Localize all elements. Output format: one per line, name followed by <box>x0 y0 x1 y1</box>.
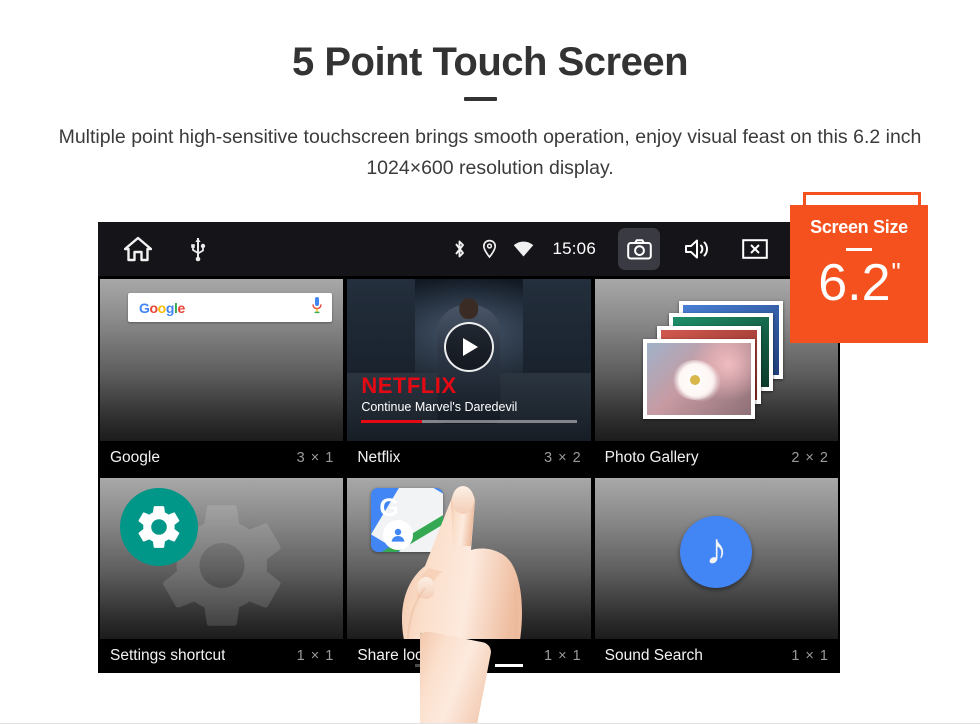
google-logo: Google <box>139 299 185 316</box>
status-bar: 15:06 <box>98 222 840 276</box>
badge-value: 6.2" <box>790 257 928 309</box>
music-note-icon[interactable]: ♪ <box>680 515 753 588</box>
screen-size-badge: Screen Size 6.2" <box>790 205 928 343</box>
status-bar-left <box>124 222 206 276</box>
bluetooth-icon <box>453 239 466 259</box>
widget-preview-sound-search: ♪ <box>594 477 838 639</box>
widget-google[interactable]: Google Google 3 × 1 <box>100 279 344 475</box>
page-dot-3[interactable] <box>495 664 523 667</box>
status-clock: 15:06 <box>552 239 596 258</box>
camera-icon[interactable] <box>618 228 660 270</box>
widget-footer-settings: Settings shortcut 1 × 1 <box>100 639 344 673</box>
widget-preview-settings <box>100 477 344 639</box>
maps-letter: G <box>379 493 399 522</box>
music-note-glyph: ♪ <box>705 524 728 574</box>
widget-size: 3 × 1 <box>296 449 335 466</box>
widget-settings-shortcut[interactable]: Settings shortcut 1 × 1 <box>100 477 344 673</box>
widget-size: 1 × 1 <box>544 648 582 664</box>
netflix-building-right <box>522 279 591 380</box>
usb-icon <box>190 236 206 262</box>
widget-label: Photo Gallery <box>604 448 699 466</box>
page-title: 5 Point Touch Screen <box>292 40 689 84</box>
status-bar-right: 15:06 <box>453 222 834 276</box>
badge-divider <box>846 248 872 251</box>
widget-footer-photo-gallery: Photo Gallery 2 × 2 <box>594 440 838 475</box>
netflix-building-left <box>347 279 416 380</box>
wifi-icon <box>513 241 534 258</box>
netflix-progress-bar <box>361 419 577 423</box>
netflix-caption: Continue Marvel's Daredevil <box>361 399 518 414</box>
widget-preview-netflix: NETFLIX Continue Marvel's Daredevil <box>347 279 591 441</box>
play-icon[interactable] <box>443 321 494 372</box>
location-icon <box>482 239 497 259</box>
page-dot-1[interactable] <box>415 664 443 667</box>
widget-label: Settings shortcut <box>110 647 226 664</box>
widget-label: Google <box>110 448 160 466</box>
google-maps-icon[interactable]: G <box>371 487 444 552</box>
widget-label: Share location <box>357 647 457 664</box>
widget-size: 3 × 2 <box>544 449 582 466</box>
volume-icon[interactable] <box>676 228 718 270</box>
badge-unit: " <box>891 257 901 287</box>
netflix-character-head <box>459 298 479 320</box>
widget-preview-google: Google <box>100 279 344 441</box>
widget-footer-share-location: Share location 1 × 1 <box>347 639 591 673</box>
gear-icon[interactable] <box>120 487 198 566</box>
widget-footer-sound-search: Sound Search 1 × 1 <box>594 639 838 673</box>
close-box-icon[interactable] <box>734 228 776 270</box>
widget-share-location[interactable]: G Share location 1 × 1 <box>347 477 591 673</box>
netflix-artwork: NETFLIX Continue Marvel's Daredevil <box>347 279 591 441</box>
widget-label: Sound Search <box>604 647 703 664</box>
widget-label: Netflix <box>357 448 401 466</box>
widget-size: 2 × 2 <box>791 449 829 466</box>
widget-netflix[interactable]: NETFLIX Continue Marvel's Daredevil Netf… <box>347 279 591 475</box>
microphone-icon[interactable] <box>311 296 323 319</box>
title-divider <box>464 97 497 101</box>
badge-title: Screen Size <box>810 217 908 237</box>
photo-thumb-flower <box>643 338 756 419</box>
widget-size: 1 × 1 <box>296 648 335 664</box>
google-search-box[interactable]: Google <box>128 293 332 322</box>
maps-person-marker <box>383 519 414 550</box>
flower-center <box>690 375 701 386</box>
netflix-logo: NETFLIX <box>361 372 457 398</box>
page-subtitle: Multiple point high-sensitive touchscree… <box>58 126 922 179</box>
badge-number: 6.2 <box>818 254 891 312</box>
widget-sound-search[interactable]: ♪ Sound Search 1 × 1 <box>594 477 838 673</box>
widget-size: 1 × 1 <box>791 648 829 664</box>
widget-footer-netflix: Netflix 3 × 2 <box>347 440 591 475</box>
widget-footer-google: Google 3 × 1 <box>100 440 344 475</box>
page-indicator[interactable] <box>98 664 840 667</box>
page-dot-2[interactable] <box>455 664 483 667</box>
widget-preview-share-location: G <box>347 477 591 639</box>
widget-grid: Google Google 3 × 1 NETFLIX Continue Mar… <box>98 276 840 673</box>
device-screen: 15:06 Google Google 3 × 1 NETFLIX Contin… <box>98 222 840 673</box>
photo-stack-icon <box>641 300 791 419</box>
home-icon[interactable] <box>124 236 152 262</box>
